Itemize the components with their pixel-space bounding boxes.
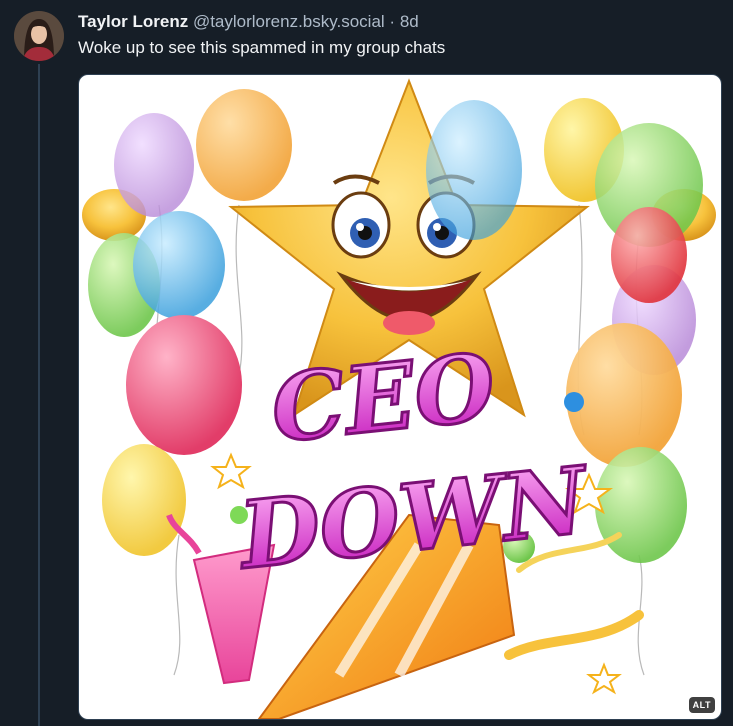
post-timestamp[interactable]: 8d bbox=[400, 12, 419, 31]
ceo-down-text: CEO DOWN bbox=[230, 331, 596, 592]
post-text: Woke up to see this spammed in my group … bbox=[78, 38, 446, 57]
ceo-text-line1: CEO bbox=[266, 333, 500, 464]
thread-line bbox=[38, 64, 40, 726]
author-handle[interactable]: @taylorlorenz.bsky.social bbox=[193, 12, 385, 31]
alt-text-badge[interactable]: ALT bbox=[688, 697, 715, 713]
ceo-text-line2: DOWN bbox=[232, 446, 595, 590]
avatar[interactable] bbox=[14, 11, 64, 61]
post-header: Taylor Lorenz @taylorlorenz.bsky.social … bbox=[78, 11, 419, 33]
avatar-image bbox=[14, 11, 64, 61]
post-image[interactable]: CEO DOWN ALT bbox=[78, 74, 722, 720]
author-name[interactable]: Taylor Lorenz bbox=[78, 12, 188, 31]
celebration-star-illustration: CEO DOWN bbox=[82, 78, 716, 719]
meta-separator: · bbox=[389, 12, 396, 31]
